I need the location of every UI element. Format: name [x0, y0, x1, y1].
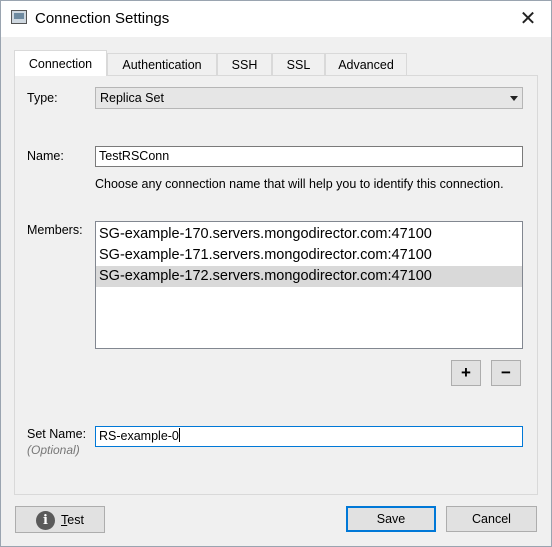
tab-advanced[interactable]: Advanced	[325, 53, 407, 75]
members-list[interactable]: SG-example-170.servers.mongodirector.com…	[95, 221, 523, 349]
text-caret	[178, 428, 180, 442]
members-label: Members:	[27, 223, 83, 237]
tab-ssh[interactable]: SSH	[217, 53, 272, 75]
type-label: Type:	[27, 91, 58, 105]
connection-settings-dialog: Connection Settings ✕ Connection Authent…	[0, 0, 552, 547]
member-item[interactable]: SG-example-171.servers.mongodirector.com…	[96, 245, 522, 266]
member-item[interactable]: SG-example-170.servers.mongodirector.com…	[96, 224, 522, 245]
setname-input[interactable]: RS-example-0	[95, 426, 523, 447]
info-icon: i	[36, 511, 55, 530]
name-hint: Choose any connection name that will hel…	[95, 177, 504, 191]
type-select[interactable]: Replica Set	[95, 87, 523, 109]
close-icon[interactable]: ✕	[505, 1, 551, 37]
app-icon	[11, 10, 27, 24]
test-button[interactable]: i Test	[15, 506, 105, 533]
name-input[interactable]: TestRSConn	[95, 146, 523, 167]
save-button[interactable]: Save	[346, 506, 436, 532]
setname-value: RS-example-0	[99, 429, 179, 443]
member-item-selected[interactable]: SG-example-172.servers.mongodirector.com…	[96, 266, 522, 287]
setname-optional-label: (Optional)	[27, 443, 80, 457]
type-select-value: Replica Set	[100, 91, 164, 105]
test-button-label: Test	[61, 513, 84, 527]
cancel-button[interactable]: Cancel	[446, 506, 537, 532]
tab-authentication[interactable]: Authentication	[107, 53, 217, 75]
name-label: Name:	[27, 149, 64, 163]
window-title: Connection Settings	[35, 10, 170, 27]
remove-member-button[interactable]: −	[491, 360, 521, 386]
setname-label: Set Name:	[27, 427, 87, 441]
tab-connection[interactable]: Connection	[14, 50, 107, 76]
dropdown-arrow-icon	[510, 96, 518, 101]
tab-ssl[interactable]: SSL	[272, 53, 325, 75]
add-member-button[interactable]: +	[451, 360, 481, 386]
title-bar: Connection Settings ✕	[1, 1, 551, 37]
